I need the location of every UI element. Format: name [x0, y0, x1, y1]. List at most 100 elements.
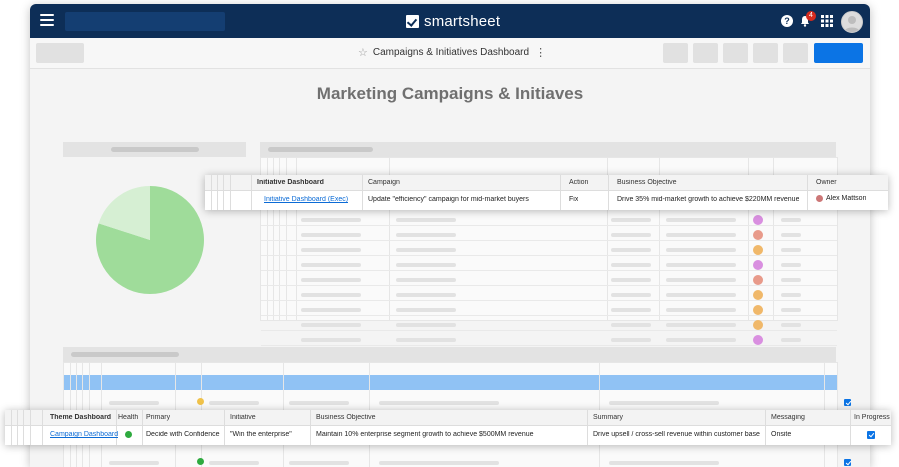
smartsheet-logo-icon	[406, 14, 419, 28]
col-header-campaign: Campaign	[368, 179, 400, 186]
placeholder-bar	[666, 338, 736, 342]
theme-widget-header	[63, 347, 836, 362]
dashboard-title: Marketing Campaigns & Initiaves	[316, 84, 584, 103]
placeholder-bar	[209, 461, 259, 465]
dashboard-name: Campaigns & Initiatives Dashboard	[372, 47, 530, 58]
col-header-in-progress: In Progress	[854, 414, 890, 421]
in-progress-checkbox[interactable]	[844, 399, 851, 406]
grid-line	[261, 240, 837, 241]
placeholder-bar	[301, 233, 361, 237]
owner-avatar-icon	[753, 335, 763, 345]
divider	[765, 410, 766, 445]
placeholder-bar	[396, 263, 456, 267]
dashboard-toolbar: ☆ Campaigns & Initiatives Dashboard ⋮	[30, 38, 870, 69]
toolbar-button-2[interactable]	[693, 43, 718, 63]
health-status-dot-icon	[125, 431, 132, 438]
col-header-objective: Business Objective	[617, 179, 677, 186]
placeholder-bar	[781, 338, 801, 342]
initiative-cell: "Win the enterprise"	[230, 431, 292, 438]
divider	[230, 175, 231, 210]
col-header-primary: Primary	[146, 414, 171, 421]
placeholder-bar	[301, 293, 361, 297]
placeholder-bar	[396, 248, 456, 252]
col-header-theme: Theme Dashboard	[50, 414, 112, 421]
placeholder-bar	[396, 323, 456, 327]
divider	[850, 410, 851, 445]
col-header-owner: Owner	[816, 179, 837, 186]
toolbar-button-5[interactable]	[783, 43, 808, 63]
placeholder-bar	[109, 401, 159, 405]
favorite-star-icon[interactable]: ☆	[358, 46, 368, 59]
placeholder-bar	[396, 233, 456, 237]
pie-chart	[96, 186, 204, 294]
placeholder-bar	[396, 338, 456, 342]
initiative-card: Initiative Dashboard Campaign Action Bus…	[205, 175, 888, 210]
brand-name: smartsheet	[424, 12, 501, 30]
share-button[interactable]	[814, 43, 863, 63]
placeholder-bar	[611, 248, 651, 252]
placeholder-bar	[289, 461, 349, 465]
placeholder-bar	[379, 401, 499, 405]
placeholder-bar	[666, 323, 736, 327]
placeholder-bar	[396, 218, 456, 222]
placeholder-bar	[301, 323, 361, 327]
divider	[251, 175, 252, 210]
health-status-dot-icon	[197, 458, 204, 465]
divider	[310, 410, 311, 445]
col-header-health: Health	[118, 414, 139, 421]
placeholder-bar	[611, 278, 651, 282]
health-status-dot-icon	[197, 398, 204, 405]
divider	[30, 410, 31, 445]
divider	[587, 410, 588, 445]
toolbar-button-1[interactable]	[663, 43, 688, 63]
chart-widget-header	[63, 142, 246, 157]
notification-badge: 4	[806, 11, 816, 21]
search-input[interactable]	[65, 12, 225, 31]
dashboard-breadcrumb: ☆ Campaigns & Initiatives Dashboard ⋮	[358, 46, 546, 59]
placeholder-bar	[611, 293, 651, 297]
app-window: smartsheet ? 4 ☆ Campaigns & Initiatives…	[30, 4, 870, 467]
smartsheet-logo: smartsheet	[406, 12, 500, 30]
action-cell: Fix	[569, 196, 579, 203]
owner-avatar-icon	[753, 260, 763, 270]
placeholder-bar	[609, 401, 719, 405]
grid-line	[261, 225, 837, 226]
placeholder-bar	[301, 218, 361, 222]
placeholder-bar	[666, 233, 736, 237]
divider	[224, 410, 225, 445]
initiative-dashboard-link[interactable]: Initiative Dashboard (Exec)	[264, 196, 348, 203]
col-header-messaging: Messaging	[771, 414, 805, 421]
more-options-icon[interactable]: ⋮	[535, 46, 546, 59]
divider	[23, 410, 24, 445]
toolbar-button-3[interactable]	[723, 43, 748, 63]
placeholder-bar	[611, 263, 651, 267]
owner-avatar-icon	[753, 245, 763, 255]
in-progress-checkbox[interactable]	[844, 459, 851, 466]
divider	[608, 175, 609, 210]
grid-line	[261, 285, 837, 286]
back-button[interactable]	[36, 43, 84, 63]
placeholder-bar	[666, 248, 736, 252]
owner-avatar-icon	[753, 215, 763, 225]
help-icon[interactable]: ?	[781, 15, 793, 27]
placeholder-bar	[781, 308, 801, 312]
toolbar-button-4[interactable]	[753, 43, 778, 63]
hamburger-icon[interactable]	[40, 14, 54, 26]
placeholder-bar	[301, 338, 361, 342]
placeholder-bar	[781, 263, 801, 267]
campaign-dashboard-link[interactable]: Campaign Dashboard	[50, 431, 118, 438]
divider	[217, 175, 218, 210]
placeholder-bar	[611, 218, 651, 222]
divider	[807, 175, 808, 210]
divider	[11, 410, 12, 445]
divider	[17, 410, 18, 445]
user-avatar-icon[interactable]	[841, 11, 863, 33]
col-header-summary: Summary	[593, 414, 623, 421]
apps-grid-icon[interactable]	[821, 15, 833, 27]
placeholder-bar	[111, 147, 199, 152]
placeholder-bar	[611, 338, 651, 342]
placeholder-bar	[301, 263, 361, 267]
in-progress-checkbox[interactable]	[867, 431, 875, 439]
objective-cell: Drive 35% mid-market growth to achieve $…	[617, 196, 800, 203]
placeholder-bar	[666, 263, 736, 267]
